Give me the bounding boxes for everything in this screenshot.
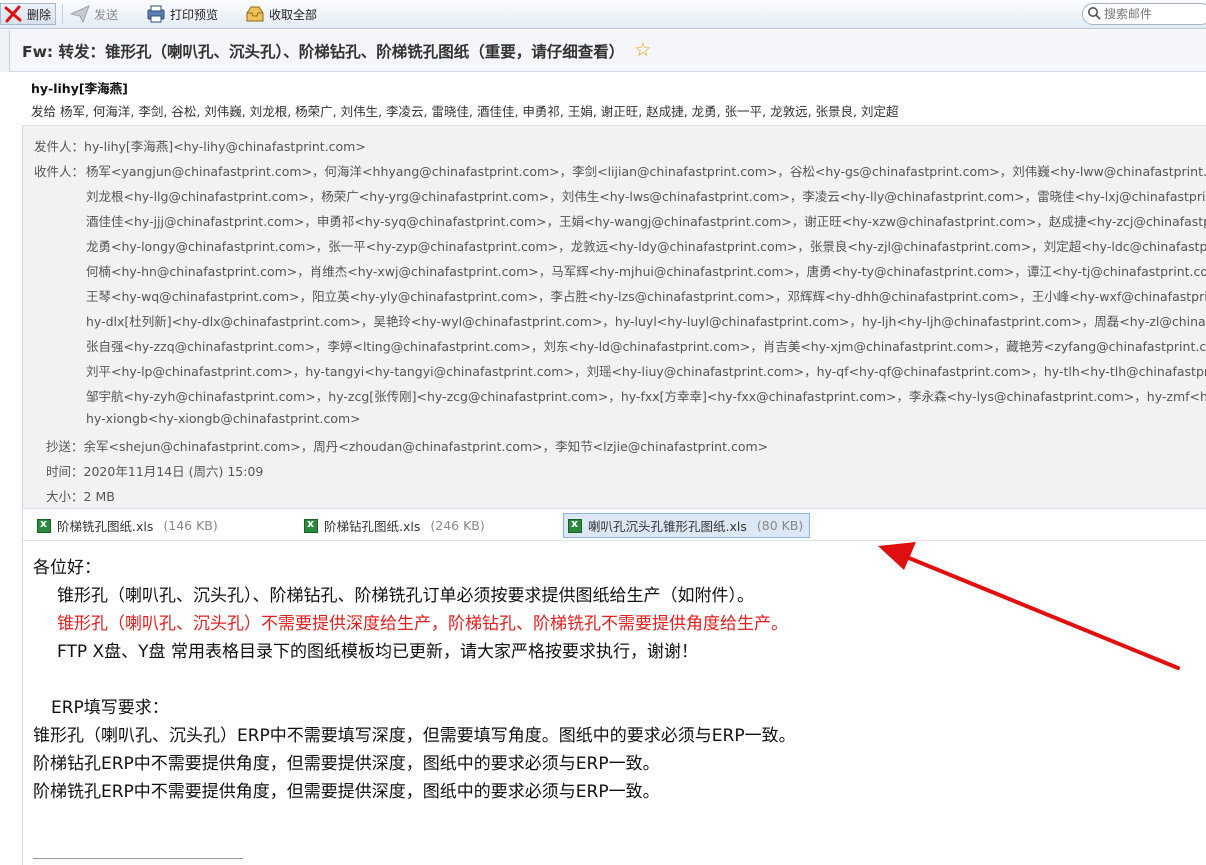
excel-file-icon [304, 517, 318, 533]
recipients-line: 刘龙根<hy-llg@chinafastprint.com>，杨荣广<hy-yr… [86, 189, 1206, 204]
sender-label: 发件人： [34, 139, 85, 154]
send-label: 发送 [94, 7, 119, 22]
attachment-size: (246 KB) [430, 518, 485, 533]
erp-line-1: 锥形孔（喇叭孔、沉头孔）ERP中不需要填写深度，但需要填写角度。图纸中的要求必须… [33, 726, 796, 746]
search-icon [1087, 6, 1101, 23]
inbox-receive-icon [245, 5, 265, 23]
annotation-arrow-icon [878, 542, 1180, 670]
time-row: 时间：2020年11月14日 (周六) 15:09 [46, 461, 263, 480]
recipients-label: 收件人： [34, 164, 85, 179]
attachment-item[interactable]: 阶梯铣孔图纸.xls (146 KB) [33, 513, 224, 538]
attachment-item-selected[interactable]: 喇叭孔沉头孔锥形孔图纸.xls (80 KB) [563, 513, 811, 538]
receive-all-button[interactable]: 收取全部 [245, 3, 317, 25]
sender-row: 发件人：hy-lihy[李海燕]<hy-lihy@chinafastprint.… [34, 136, 366, 155]
attachment-item[interactable]: 阶梯钻孔图纸.xls (246 KB) [300, 513, 491, 538]
recipients-line: 何楠<hy-hn@chinafastprint.com>，肖维杰<hy-xwj@… [86, 264, 1206, 279]
star-icon[interactable]: ☆ [634, 41, 651, 60]
toolbar-divider [62, 4, 63, 24]
erp-line-2: 阶梯钻孔ERP中不需要提供角度，但需要提供深度，图纸中的要求必须与ERP一致。 [33, 754, 660, 774]
size-row: 大小：2 MB [46, 486, 115, 505]
recipients-line: 龙勇<hy-longy@chinafastprint.com>，张一平<hy-z… [86, 239, 1206, 254]
cc-label: 抄送： [46, 439, 84, 454]
recipients-line: hy-xiongb<hy-xiongb@chinafastprint.com> [86, 411, 361, 426]
time-value: 2020年11月14日 (周六) 15:09 [83, 464, 264, 479]
send-button[interactable]: 发送 [70, 3, 118, 25]
print-preview-label: 打印预览 [170, 7, 219, 22]
excel-file-icon [568, 517, 582, 533]
body-line-3: FTP X盘、Y盘 常用表格目录下的图纸模板均已更新，请大家严格按要求执行，谢谢… [57, 642, 698, 662]
erp-title: ERP填写要求： [51, 698, 169, 718]
body-line-1: 锥形孔（喇叭孔、沉头孔）、阶梯钻孔、阶梯铣孔订单必须按要求提供图纸给生产（如附件… [57, 586, 754, 606]
print-preview-button[interactable]: 打印预览 [146, 3, 218, 25]
subject-bar: Fw: 转发：锥形孔（喇叭孔、沉头孔）、阶梯钻孔、阶梯铣孔图纸（重要，请仔细查看… [0, 30, 1206, 72]
send-plane-icon [70, 5, 90, 23]
email-subject: Fw: 转发：锥形孔（喇叭孔、沉头孔）、阶梯钻孔、阶梯铣孔图纸（重要，请仔细查看… [22, 42, 625, 61]
toolbar: 删除 发送 打印预览 收取全部 [0, 0, 1206, 29]
from-name[interactable]: hy-lihy[李海燕] [31, 78, 128, 97]
body-line-red: 锥形孔（喇叭孔、沉头孔）不需要提供深度给生产，阶梯钻孔、阶梯铣孔不需要提供角度给… [57, 614, 788, 634]
size-value: 2 MB [83, 489, 115, 504]
recipients-line: 酒佳佳<hy-jjj@chinafastprint.com>，申勇祁<hy-sy… [86, 214, 1206, 229]
sender-value[interactable]: hy-lihy[李海燕]<hy-lihy@chinafastprint.com> [84, 139, 366, 154]
recipients-line: 邹宇航<hy-zyh@chinafastprint.com>，hy-zcg[张传… [86, 389, 1206, 404]
size-label: 大小： [46, 489, 84, 504]
left-pane-edge [0, 30, 10, 72]
time-label: 时间： [46, 464, 84, 479]
attachment-name: 喇叭孔沉头孔锥形孔图纸.xls [588, 519, 747, 534]
excel-file-icon [37, 517, 51, 533]
attachment-size: (80 KB) [756, 518, 804, 533]
recipients-line: 杨军<yangjun@chinafastprint.com>，何海洋<hhyan… [86, 164, 1206, 179]
attachment-name: 阶梯铣孔图纸.xls [57, 519, 154, 534]
attachment-name: 阶梯钻孔图纸.xls [324, 519, 421, 534]
recipients-line: 张自强<hy-zzq@chinafastprint.com>，李婷<lting@… [86, 339, 1206, 354]
delete-label: 删除 [27, 7, 52, 22]
receive-all-label: 收取全部 [269, 7, 318, 22]
cc-row: 抄送：余军<shejun@chinafastprint.com>，周丹<zhou… [46, 436, 768, 455]
recipients-line: 王琴<hy-wq@chinafastprint.com>，阳立英<hy-yly@… [86, 289, 1206, 304]
sendto-summary: 发给 杨军, 何海洋, 李剑, 谷松, 刘伟巍, 刘龙根, 杨荣广, 刘伟生, … [31, 104, 899, 119]
recipients-line: 刘平<hy-lp@chinafastprint.com>，hy-tangyi<h… [86, 364, 1206, 379]
search-input[interactable] [1104, 7, 1204, 21]
signature-divider [33, 858, 243, 859]
erp-line-3: 阶梯铣孔ERP中不需要提供角度，但需要提供深度，图纸中的要求必须与ERP一致。 [33, 782, 660, 802]
attachment-size: (146 KB) [163, 518, 218, 533]
delete-x-icon [3, 5, 23, 23]
search-box[interactable] [1082, 3, 1206, 25]
cc-value: 余军<shejun@chinafastprint.com>，周丹<zhoudan… [83, 439, 769, 454]
greeting: 各位好： [33, 558, 101, 578]
printer-icon [146, 5, 166, 23]
recipients-line: hy-dlx[杜列新]<hy-dlx@chinafastprint.com>，吴… [86, 314, 1206, 329]
delete-button[interactable]: 删除 [0, 3, 57, 25]
